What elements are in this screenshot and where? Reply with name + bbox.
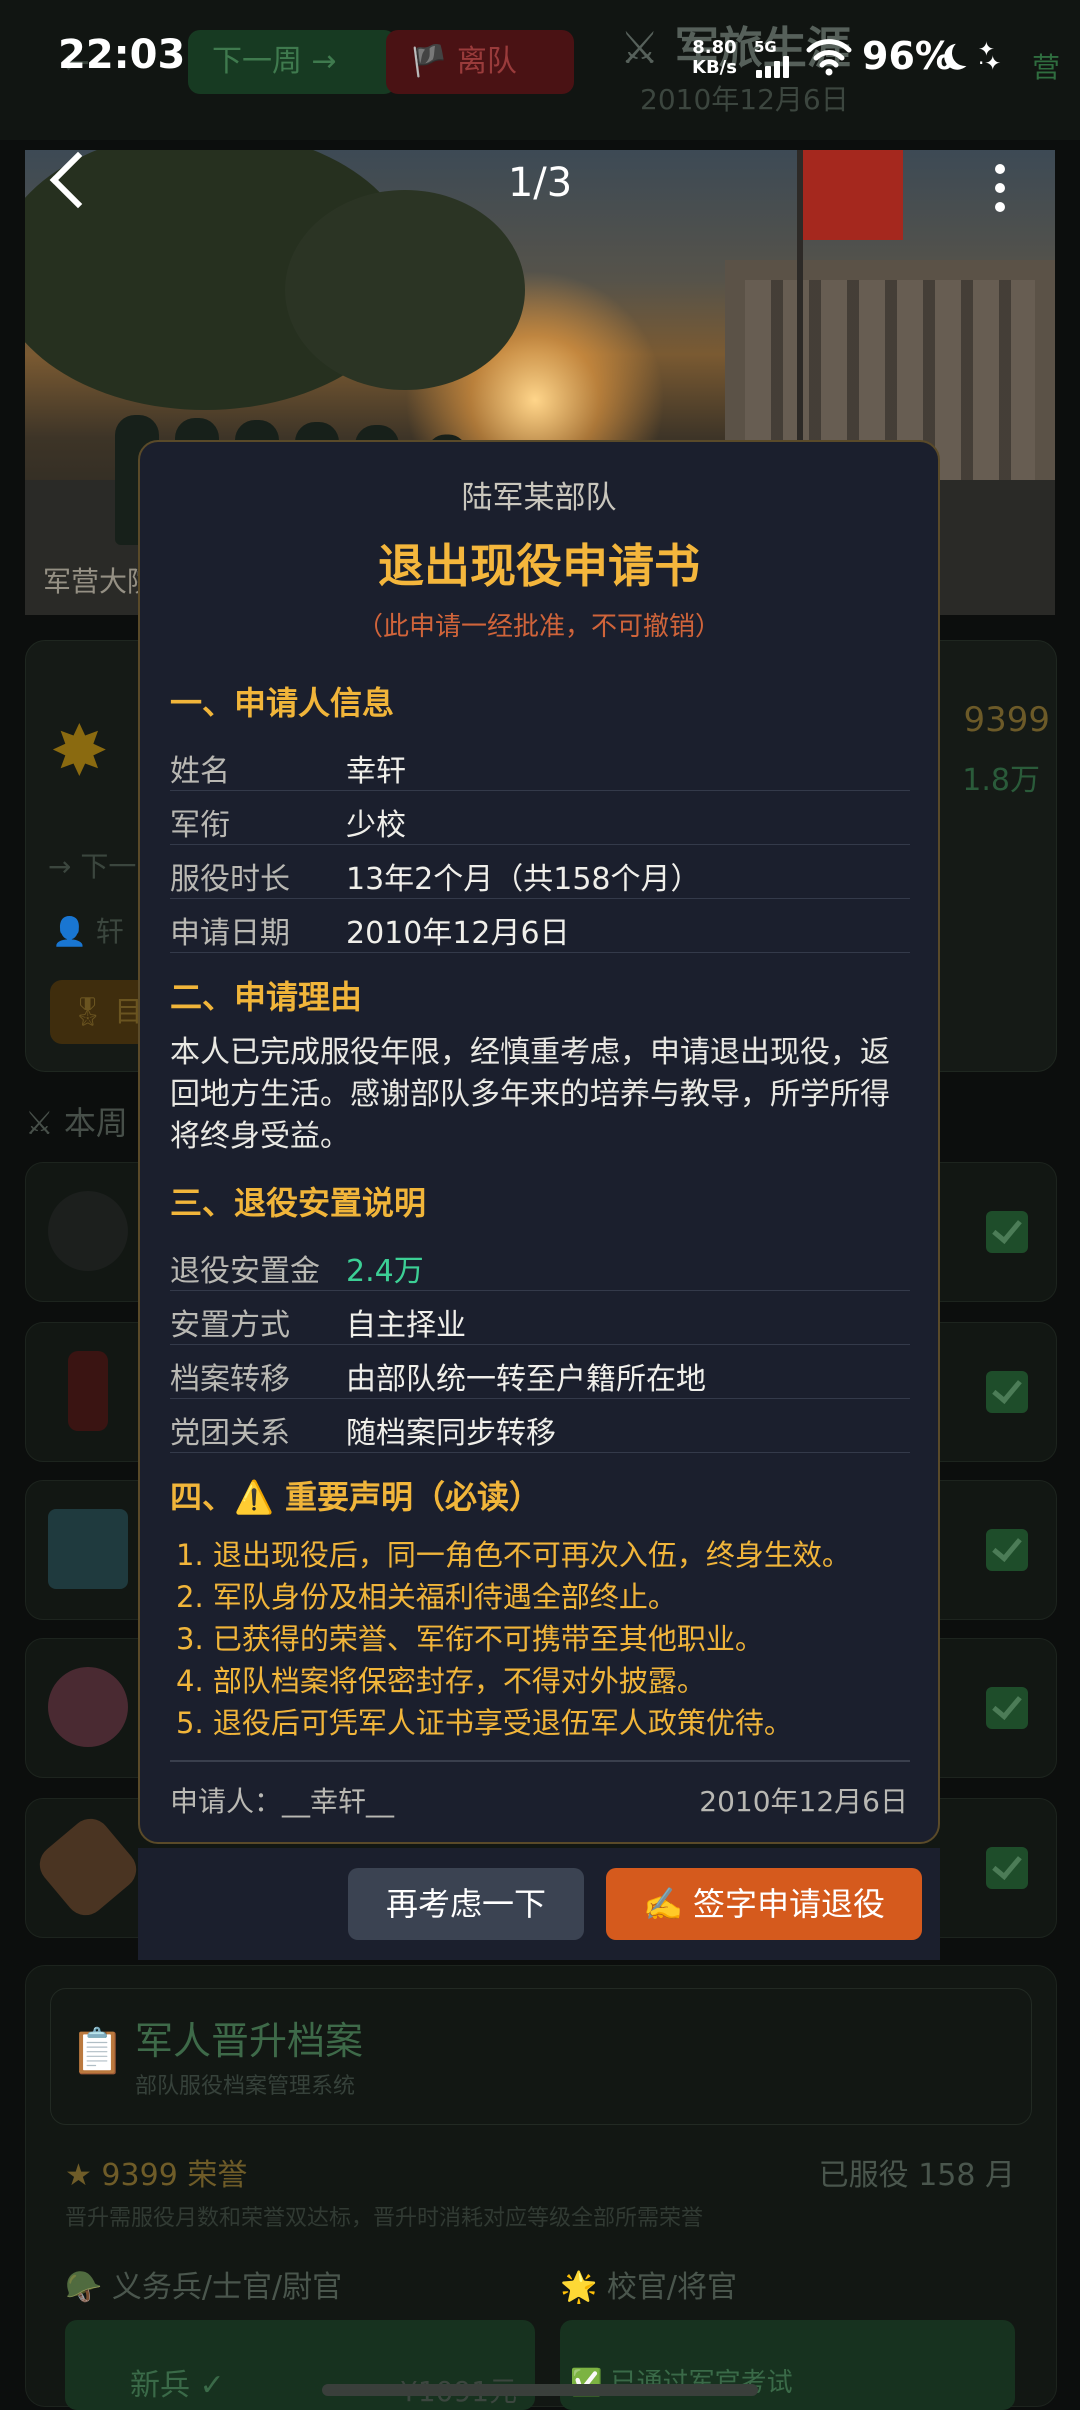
checkbox-checked-icon[interactable] xyxy=(986,1687,1028,1729)
settlement-row: 安置方式 自主择业 xyxy=(170,1292,910,1345)
unit-name: 陆军某部队 xyxy=(461,480,617,516)
wifi-icon xyxy=(806,39,852,76)
divider xyxy=(170,1760,910,1762)
section-settlement: 三、退役安置说明 xyxy=(170,1184,427,1222)
next-week-button[interactable]: 下一周 → xyxy=(188,30,396,94)
dynamite-icon xyxy=(68,1351,108,1431)
flag-icon xyxy=(803,150,903,240)
info-row: 姓名 幸轩 xyxy=(170,738,910,791)
irrevocable-warning: （此申请一经批准，不可撤销） xyxy=(356,612,721,642)
settlement-row: 党团关系 随档案同步转移 xyxy=(170,1400,910,1453)
info-row: 申请日期 2010年12月6日 xyxy=(170,900,910,953)
discharge-application-dialog: 陆军某部队 退出现役申请书 （此申请一经批准，不可撤销） 一、申请人信息 姓名幸… xyxy=(138,440,940,1844)
user-info: 👤 轩 xyxy=(52,915,124,948)
archive-title: 军人晋升档案 xyxy=(135,2019,364,2063)
signal-icon xyxy=(756,56,796,78)
declaration-item: 3. 已获得的荣誉、军衔不可携带至其他职业。 xyxy=(176,1622,764,1656)
rank-left: 新兵 ✓ xyxy=(130,2368,225,2403)
image-counter: 1/3 xyxy=(507,160,573,206)
leave-team-button[interactable]: 🏴 离队 xyxy=(386,30,574,94)
archive-note: 晋升需服役月数和荣誉双达标，晋升时消耗对应等级全部所需荣誉 xyxy=(65,2206,704,2231)
section-declaration: 四、⚠️ 重要声明（必读） xyxy=(170,1478,541,1516)
checkbox-checked-icon[interactable] xyxy=(986,1371,1028,1413)
more-options-icon[interactable] xyxy=(995,164,1005,221)
bandage-icon xyxy=(31,1810,145,1924)
applicant-signature: 申请人：__幸轩__ xyxy=(170,1785,395,1818)
sign-discharge-button[interactable]: ✍️ 签字申请退役 xyxy=(606,1868,922,1940)
section-applicant-info: 一、申请人信息 xyxy=(170,684,395,722)
settlement-row: 档案转移 由部队统一转至户籍所在地 xyxy=(170,1346,910,1399)
declaration-item: 4. 部队档案将保密封存，不得对外披露。 xyxy=(176,1664,706,1698)
clipboard-icon: 📋 xyxy=(70,2026,125,2077)
network-type: 5G xyxy=(754,38,777,56)
checkbox-checked-icon[interactable] xyxy=(986,1847,1028,1889)
checkbox-checked-icon[interactable] xyxy=(986,1211,1028,1253)
archive-subtitle: 部队服役档案管理系统 xyxy=(135,2074,356,2099)
archive-col-left: 🪖 义务兵/士官/尉官 xyxy=(65,2270,343,2305)
dialog-footer: 再考虑一下 ✍️ 签字申请退役 xyxy=(138,1848,940,1960)
battery-level: 96% xyxy=(862,34,953,78)
header-tag: 营 xyxy=(1031,51,1060,84)
checkbox-checked-icon[interactable] xyxy=(986,1529,1028,1571)
archive-served: 已服役 158 月 xyxy=(818,2158,1015,2193)
dialog-title: 退出现役申请书 xyxy=(378,539,700,593)
map-icon xyxy=(48,1509,128,1589)
signature-date: 2010年12月6日 xyxy=(699,1785,908,1818)
money-value: 1.8万 xyxy=(962,763,1040,798)
star-badge-icon: ✸ xyxy=(50,710,109,792)
network-speed: 8.80 KB/s xyxy=(692,37,737,78)
declaration-item: 2. 军队身份及相关福利待遇全部终止。 xyxy=(176,1580,677,1614)
section-reason: 二、申请理由 xyxy=(170,978,363,1016)
info-row: 军衔 少校 xyxy=(170,792,910,845)
status-time: 22:03 xyxy=(58,32,186,78)
settlement-row: 退役安置金 2.4万 xyxy=(170,1238,910,1291)
declaration-item: 1. 退出现役后，同一角色不可再次入伍，终身生效。 xyxy=(176,1538,851,1572)
honor-value: 9399 xyxy=(963,700,1050,740)
bomb-icon xyxy=(48,1191,128,1271)
info-row: 服役时长 13年2个月（共158个月） xyxy=(170,846,910,899)
home-indicator[interactable] xyxy=(322,2384,758,2396)
game-date: 2010年12月6日 xyxy=(640,83,849,116)
reconsider-button[interactable]: 再考虑一下 xyxy=(348,1868,584,1940)
archive-honor: ★ 9399 荣誉 xyxy=(65,2158,248,2193)
brain-icon xyxy=(48,1667,128,1747)
declaration-item: 5. 退役后可凭军人证书享受退伍军人政策优待。 xyxy=(176,1706,793,1740)
archive-col-right: 🌟 校官/将官 xyxy=(560,2270,737,2305)
next-info: → 下一 xyxy=(48,850,137,883)
sparkle-icon: ✦ ·✦ xyxy=(978,37,1002,75)
reason-text: 本人已完成服役年限，经慎重考虑，申请退出现役，返回地方生活。感谢部队多年来的培养… xyxy=(170,1035,890,1154)
weekly-tasks-label: ⚔ 本周 xyxy=(25,1104,128,1142)
